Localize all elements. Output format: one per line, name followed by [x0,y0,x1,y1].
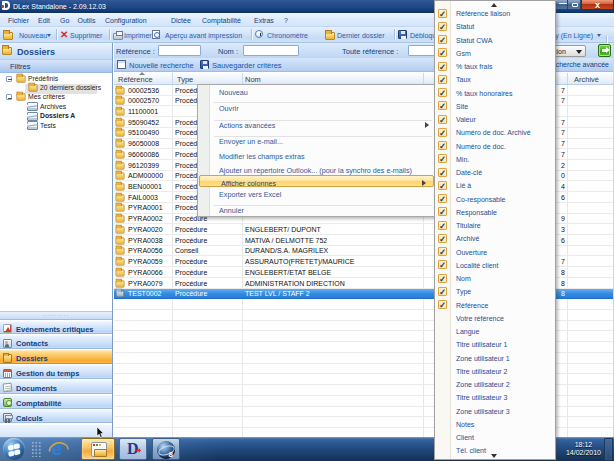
svg-text:e: e [52,438,63,459]
